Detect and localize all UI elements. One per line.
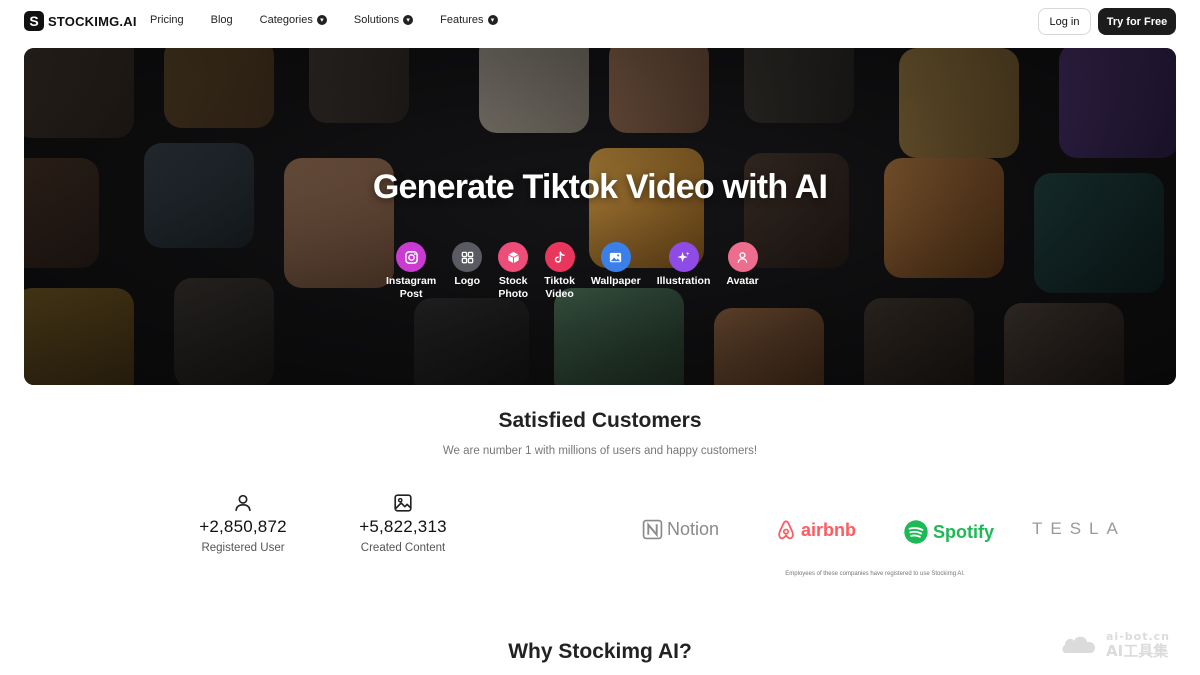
category-label: Illustration [656,275,711,287]
site-logo[interactable]: S STOCKIMG.AI [24,11,137,31]
brand-spotify: Spotify [903,519,994,545]
category-label: Tiktok [544,275,575,287]
nav-link-blog[interactable]: Blog [211,14,233,26]
logo-mark-icon: S [24,11,44,31]
category-label: Post [399,288,423,300]
category-label: Photo [498,288,529,300]
brand-name: airbnb [801,519,857,540]
nav-link-label: Categories [259,14,313,26]
cube-icon [498,242,529,272]
stat-value: +5,822,313 [359,517,447,536]
nav-link-label: Solutions [353,14,400,26]
stat-label: Registered User [201,542,285,554]
brand-name: TESLA [1032,519,1126,538]
hero-banner: Generate Tiktok Video with AI Instagram … [24,48,1176,385]
category-illustration[interactable]: Illustration [656,242,711,301]
instagram-icon [396,242,427,272]
nav-link-label: Features [440,14,484,26]
hero-overlay [24,48,1176,385]
airbnb-logo-icon [778,520,794,540]
brand-name: Notion [667,519,720,539]
try-for-free-button[interactable]: Try for Free [1098,8,1176,35]
nav-link-categories[interactable]: Categories ▾ [260,14,327,26]
spotify-logo-icon [904,520,928,544]
category-instagram-post[interactable]: Instagram Post [386,242,436,301]
category-logo[interactable]: Logo [452,242,483,301]
category-stock-photo[interactable]: Stock Photo [498,242,529,301]
image-icon [394,494,412,512]
brand-airbnb: airbnb [775,519,856,541]
brand-notion: Notion [642,519,719,540]
category-label: Instagram [386,275,437,287]
stat-value: +2,850,872 [199,517,287,536]
chevron-down-icon: ▾ [403,15,414,25]
login-button[interactable]: Log in [1038,8,1091,35]
category-label: Wallpaper [590,275,641,287]
user-icon [235,494,251,512]
chevron-down-icon: ▾ [316,15,327,25]
top-navbar: S STOCKIMG.AI Pricing Blog Categories ▾ … [0,0,1200,44]
nav-link-pricing[interactable]: Pricing [150,14,184,26]
section-title: Satisfied Customers [498,409,702,432]
brands-footnote: Employees of these companies have regist… [785,571,965,577]
section-subtitle: We are number 1 with millions of users a… [442,445,758,457]
nav-link-solutions[interactable]: Solutions ▾ [353,14,414,26]
category-label: Video [545,288,574,300]
category-tiktok-video[interactable]: Tiktok Video [544,242,575,301]
notion-logo-icon [642,519,663,540]
category-avatar[interactable]: Avatar [726,242,759,301]
category-label: Avatar [726,275,759,287]
image-icon [600,242,631,272]
category-label: Stock [498,275,528,287]
watermark-line: AI工具集 [1106,642,1169,660]
tiktok-icon [544,242,575,272]
stat-created-content: +5,822,313 Created Content [338,492,468,554]
chevron-down-icon: ▾ [487,15,498,25]
nav-link-label: Pricing [150,14,184,26]
stat-registered-users: +2,850,872 Registered User [178,492,308,554]
nav-links: Pricing Blog Categories ▾ Solutions ▾ Fe… [150,14,525,26]
logo-text: STOCKIMG.AI [48,13,137,29]
category-label: Logo [454,275,481,287]
stat-label: Created Content [360,542,446,554]
category-shortcuts: Instagram Post Logo Stock Photo Tiktok V… [386,242,775,301]
person-icon [727,242,758,272]
category-wallpaper[interactable]: Wallpaper [591,242,641,301]
cloud-logo-icon [1062,636,1096,653]
why-section-title: Why Stockimg AI? [508,640,692,663]
nav-link-features[interactable]: Features ▾ [440,14,498,26]
watermark: ai-bot.cn AI工具集 [1060,630,1170,660]
nav-link-label: Blog [210,14,233,26]
grid-icon [452,242,483,272]
sparkle-icon [668,242,699,272]
hero-title: Generate Tiktok Video with AI [372,168,828,206]
brand-tesla: TESLA [1032,519,1126,539]
brand-name: Spotify [933,521,994,542]
